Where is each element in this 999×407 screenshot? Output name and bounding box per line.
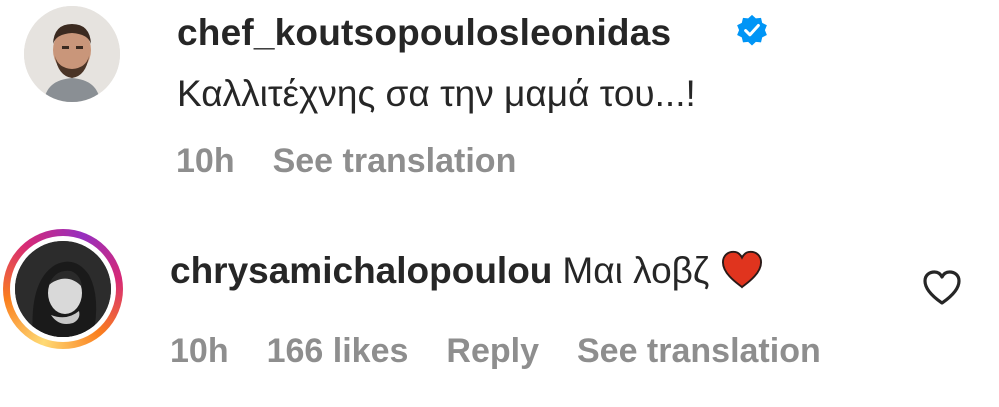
- see-translation-button[interactable]: See translation: [273, 142, 517, 181]
- avatar-image: [15, 241, 111, 337]
- avatar-image: [24, 6, 120, 102]
- reply-button[interactable]: Reply: [446, 332, 539, 371]
- like-heart-icon[interactable]: [920, 267, 964, 307]
- comment-username[interactable]: chrysamichalopoulou: [170, 250, 552, 291]
- comment-username[interactable]: chef_koutsopoulosleonidas: [177, 12, 671, 54]
- red-heart-icon: [722, 250, 763, 289]
- avatar[interactable]: [24, 6, 120, 102]
- likes-count[interactable]: 166 likes: [267, 332, 409, 371]
- comment-meta: 10h See translation: [176, 142, 516, 181]
- comment-timestamp[interactable]: 10h: [170, 332, 229, 371]
- comment-text: Μαι λοβζ: [562, 250, 710, 291]
- comment-timestamp[interactable]: 10h: [176, 142, 235, 181]
- avatar-story-ring[interactable]: [3, 229, 123, 349]
- comment-meta: 10h 166 likes Reply See translation: [170, 332, 821, 371]
- comment-item: chef_koutsopoulosleonidas Καλλιτέχνης σα…: [0, 0, 999, 205]
- comment-item: chrysamichalopoulou Μαι λοβζ 10h 166 likes…: [0, 205, 999, 407]
- comment-line: chrysamichalopoulou Μαι λοβζ: [170, 249, 765, 292]
- verified-badge-icon: [737, 14, 767, 46]
- comment-text: Καλλιτέχνης σα την μαμά του...!: [177, 73, 696, 114]
- see-translation-button[interactable]: See translation: [577, 332, 821, 371]
